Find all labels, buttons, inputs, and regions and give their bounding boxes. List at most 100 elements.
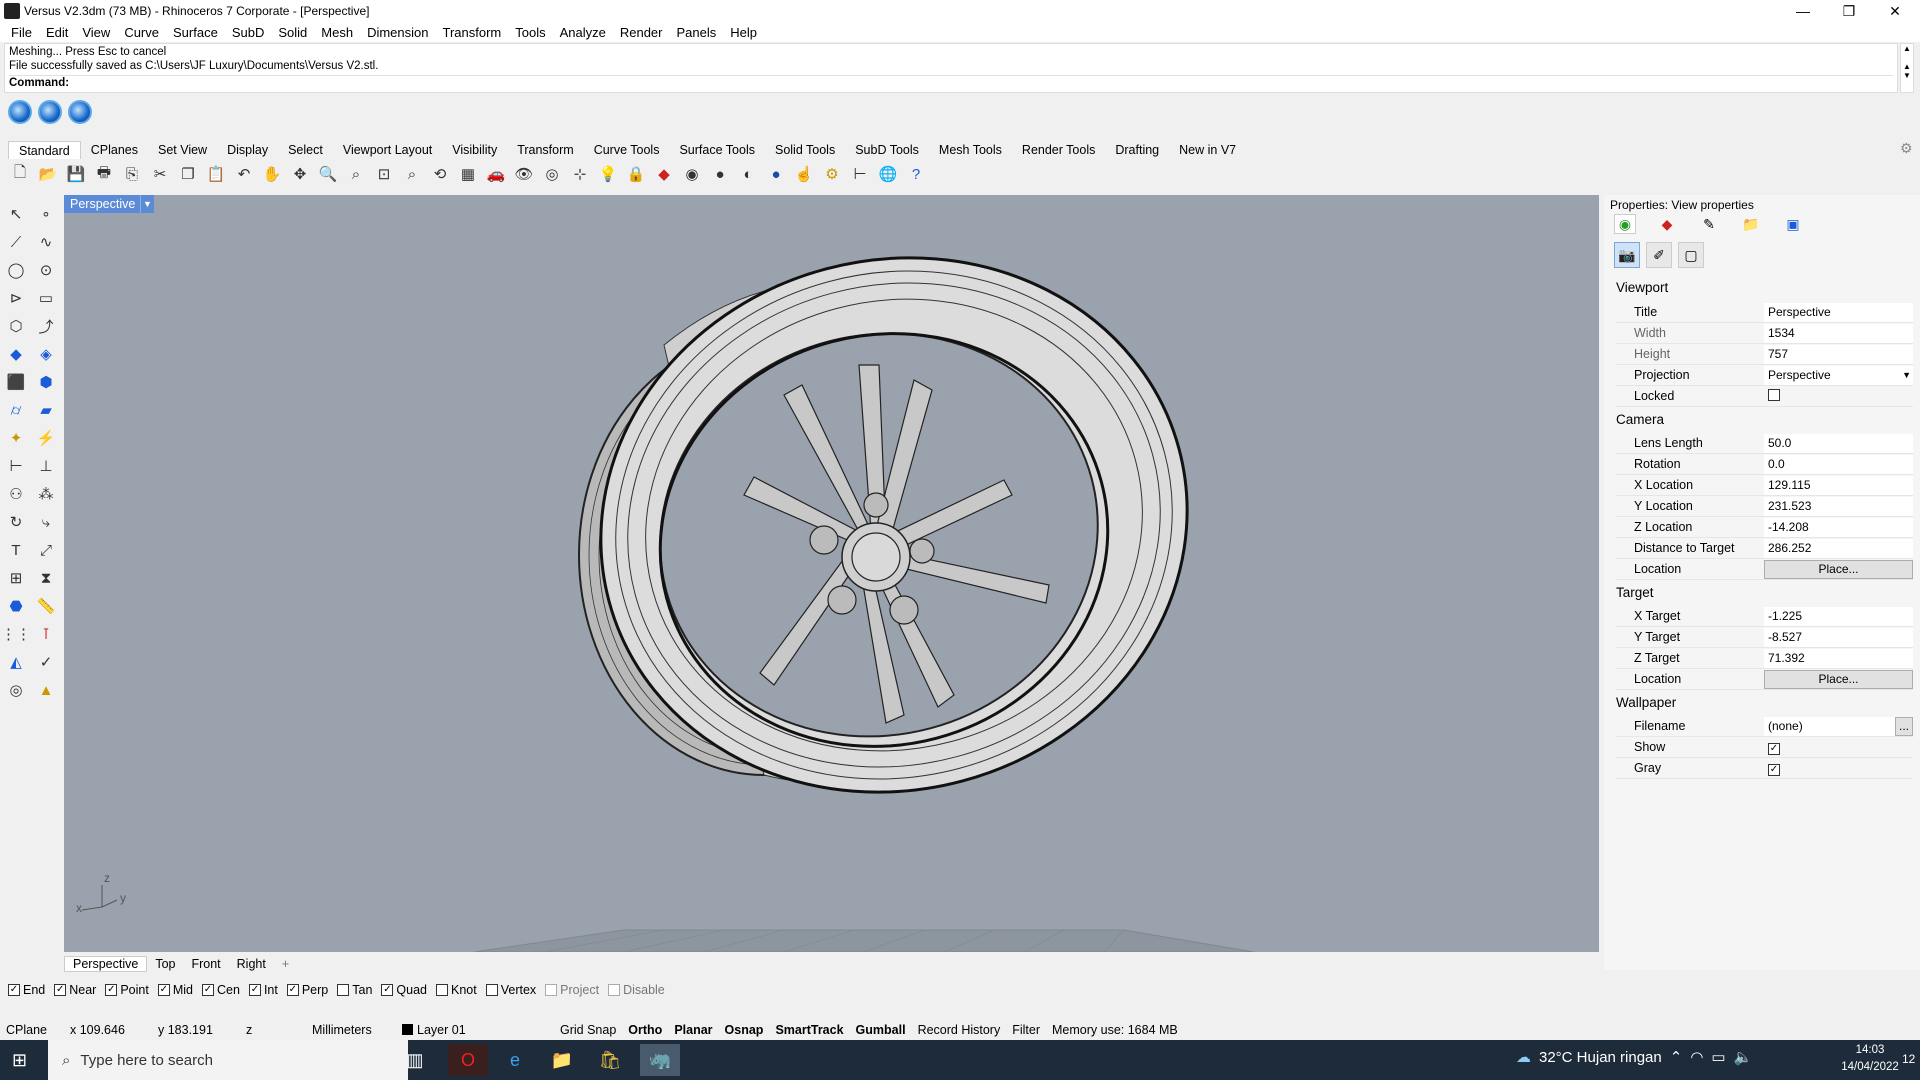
polyline-icon[interactable]: ⟋ xyxy=(2,228,30,256)
osnap-knot[interactable]: Knot xyxy=(436,983,477,997)
tab-new-in-v7[interactable]: New in V7 xyxy=(1169,141,1246,159)
file-explorer-icon[interactable]: 📁 xyxy=(542,1044,582,1076)
osnap-toggle[interactable]: Osnap xyxy=(719,1023,770,1037)
menu-subd[interactable]: SubD xyxy=(225,25,272,40)
perspective-viewport[interactable] xyxy=(64,195,1599,952)
gumball-icon[interactable]: ⊢ xyxy=(2,452,30,480)
osnap-point[interactable]: ✓ Point xyxy=(105,983,149,997)
rhino-render-icon[interactable] xyxy=(8,100,32,124)
move-view-icon[interactable]: ✥ xyxy=(288,162,312,186)
cylinder-icon[interactable]: ⌭ xyxy=(2,396,30,424)
gear-options-icon[interactable]: ⚙ xyxy=(820,162,844,186)
osnap-cen[interactable]: ✓ Cen xyxy=(202,983,240,997)
menu-edit[interactable]: Edit xyxy=(39,25,75,40)
osnap-tan[interactable]: Tan xyxy=(337,983,372,997)
minimize-button[interactable]: — xyxy=(1780,0,1826,22)
gear-icon[interactable]: ⚙ xyxy=(1900,140,1913,157)
menu-solid[interactable]: Solid xyxy=(271,25,314,40)
undo-icon[interactable]: ↶ xyxy=(232,162,256,186)
tab-standard[interactable]: Standard xyxy=(8,141,81,159)
tab-cplanes[interactable]: CPlanes xyxy=(81,141,148,159)
menu-help[interactable]: Help xyxy=(723,25,764,40)
rotate-icon[interactable]: ↻ xyxy=(2,508,30,536)
locked-checkbox[interactable] xyxy=(1768,388,1780,401)
light-tool-icon[interactable]: ▲ xyxy=(32,676,60,704)
zoom-icon[interactable]: 🔍 xyxy=(316,162,340,186)
notifications-badge[interactable]: 12 xyxy=(1902,1052,1915,1066)
menu-file[interactable]: File xyxy=(4,25,39,40)
camera-icon[interactable]: 📷 xyxy=(1614,242,1640,268)
polygon-icon[interactable]: ⬡ xyxy=(2,312,30,340)
help-icon[interactable]: ? xyxy=(904,162,928,186)
box-icon[interactable]: ⬛ xyxy=(2,368,30,396)
osnap-end[interactable]: ✓ End xyxy=(8,983,45,997)
text-icon[interactable]: T xyxy=(2,536,30,564)
world-icon[interactable]: 🌐 xyxy=(876,162,900,186)
osnap-int[interactable]: ✓ Int xyxy=(248,983,278,997)
tab-top[interactable]: Top xyxy=(147,957,183,971)
tab-curve-tools[interactable]: Curve Tools xyxy=(584,141,670,159)
rectangle-icon[interactable]: ▭ xyxy=(32,284,60,312)
boolean-icon[interactable]: ⬣ xyxy=(2,592,30,620)
tab-front[interactable]: Front xyxy=(183,957,228,971)
mirror-icon[interactable]: ⧗ xyxy=(32,564,60,592)
surface-edit-icon[interactable]: ◈ xyxy=(32,340,60,368)
place-target-button[interactable]: Place... xyxy=(1764,669,1913,689)
zoom-extents-icon[interactable]: ⊡ xyxy=(372,162,396,186)
lock-icon[interactable]: 🔒 xyxy=(624,162,648,186)
menu-surface[interactable]: Surface xyxy=(166,25,225,40)
taskbar-search[interactable]: ⌕ Type here to search xyxy=(48,1040,408,1080)
viewport-menu-chevron-icon[interactable]: ▼ xyxy=(140,195,154,213)
tab-set-view[interactable]: Set View xyxy=(148,141,217,159)
clock[interactable]: 14:03 14/04/2022 xyxy=(1840,1042,1900,1076)
ortho-toggle[interactable]: Ortho xyxy=(622,1023,668,1037)
select-arrow-icon[interactable]: ↖ xyxy=(2,200,30,228)
planar-toggle[interactable]: Planar xyxy=(668,1023,718,1037)
cplane-label[interactable]: CPlane xyxy=(0,1023,52,1037)
close-button[interactable]: ✕ xyxy=(1872,0,1918,22)
car-icon[interactable]: 🚗 xyxy=(484,162,508,186)
tab-right[interactable]: Right xyxy=(229,957,274,971)
menu-view[interactable]: View xyxy=(75,25,117,40)
maximize-button[interactable]: ❐ xyxy=(1826,0,1872,22)
store-icon[interactable]: 🛍 xyxy=(590,1044,630,1076)
weather-text[interactable]: 32°C Hujan ringan xyxy=(1539,1049,1662,1066)
properties-tab-icon[interactable]: ◉ xyxy=(1614,214,1636,234)
tab-transform[interactable]: Transform xyxy=(507,141,584,159)
osnap-near[interactable]: ✓ Near xyxy=(54,983,96,997)
arc-icon[interactable]: ⊳ xyxy=(2,284,30,312)
tab-subd-tools[interactable]: SubD Tools xyxy=(845,141,929,159)
scale-icon[interactable]: ⤢ xyxy=(32,536,60,564)
hide-icon[interactable]: 👁 xyxy=(512,162,536,186)
menu-panels[interactable]: Panels xyxy=(669,25,723,40)
light-icon[interactable]: 💡 xyxy=(596,162,620,186)
zoom-window-icon[interactable]: ⌕ xyxy=(344,162,368,186)
edit-camera-icon[interactable]: ✐ xyxy=(1646,242,1672,268)
chevron-down-icon[interactable]: ▼ xyxy=(1902,366,1911,385)
wifi-icon[interactable]: ◠ xyxy=(1690,1048,1703,1066)
frame-icon[interactable]: ▢ xyxy=(1678,242,1704,268)
brush-tab-icon[interactable]: ✎ xyxy=(1698,214,1720,234)
tab-mesh-tools[interactable]: Mesh Tools xyxy=(929,141,1012,159)
four-view-icon[interactable]: ▦ xyxy=(456,162,480,186)
layer-indicator[interactable]: Layer 01 xyxy=(396,1023,554,1037)
sphere-icon[interactable]: ● xyxy=(708,162,732,186)
menu-curve[interactable]: Curve xyxy=(117,25,166,40)
pointer-icon[interactable]: ☝ xyxy=(792,162,816,186)
rhino-taskbar-icon[interactable]: 🦏 xyxy=(640,1044,680,1076)
menu-analyze[interactable]: Analyze xyxy=(553,25,613,40)
snap-icon[interactable]: ⊹ xyxy=(568,162,592,186)
import-icon[interactable]: ⎘ xyxy=(120,162,144,186)
materials-tab-icon[interactable]: ◆ xyxy=(1656,214,1678,234)
pan-icon[interactable]: ✋ xyxy=(260,162,284,186)
align-icon[interactable]: ⊺ xyxy=(32,620,60,648)
analyze-icon[interactable]: ◭ xyxy=(2,648,30,676)
gumball-toggle[interactable]: Gumball xyxy=(850,1023,912,1037)
grid-array-icon[interactable]: ⋮⋮ xyxy=(1,620,31,648)
show-icon[interactable]: ◎ xyxy=(540,162,564,186)
check-icon[interactable]: ✓ xyxy=(32,648,60,676)
tab-solid-tools[interactable]: Solid Tools xyxy=(765,141,845,159)
tab-viewport-layout[interactable]: Viewport Layout xyxy=(333,141,442,159)
tab-visibility[interactable]: Visibility xyxy=(442,141,507,159)
tab-drafting[interactable]: Drafting xyxy=(1105,141,1169,159)
